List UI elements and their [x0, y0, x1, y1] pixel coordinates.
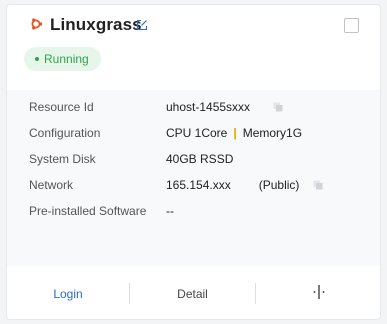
- status-badge: Running: [24, 47, 101, 71]
- software-label: Pre-installed Software: [29, 204, 147, 218]
- card-header: Linuxgrass Running: [7, 5, 380, 90]
- copy-icon[interactable]: [313, 179, 323, 190]
- configuration-value: CPU 1Core | Memory1G: [166, 126, 302, 140]
- software-value: --: [166, 204, 174, 218]
- login-button[interactable]: Login: [7, 266, 129, 321]
- row-system-disk: System Disk 40GB RSSD: [7, 149, 380, 169]
- network-type: (Public): [258, 178, 300, 192]
- configuration-label: Configuration: [29, 126, 101, 140]
- separator: |: [233, 126, 237, 140]
- ubuntu-icon: [29, 17, 43, 31]
- row-resource-id: Resource Id uhost-1455sxxx: [7, 97, 380, 117]
- resource-id-text: uhost-1455sxxx: [166, 100, 251, 114]
- status-dot: [35, 57, 39, 61]
- details-panel: Resource Id uhost-1455sxxx Configuration…: [7, 90, 380, 266]
- network-label: Network: [29, 178, 74, 192]
- more-icon: [312, 284, 326, 303]
- status-text: Running: [44, 52, 89, 66]
- system-disk-label: System Disk: [29, 152, 96, 166]
- instance-name: Linuxgrass: [50, 15, 142, 34]
- ip-address: 165.154.xxx: [166, 178, 231, 192]
- resource-id-label: Resource Id: [29, 100, 94, 114]
- detail-button[interactable]: Detail: [130, 266, 255, 321]
- resource-id-value: uhost-1455sxxx: [166, 100, 283, 114]
- select-checkbox[interactable]: [344, 18, 359, 33]
- system-disk-value: 40GB RSSD: [166, 152, 234, 166]
- row-software: Pre-installed Software --: [7, 201, 380, 221]
- instance-card: Linuxgrass Running Resource Id uhost-145…: [6, 4, 381, 320]
- more-button[interactable]: [256, 266, 382, 321]
- memory-text: Memory1G: [242, 126, 303, 140]
- network-value: 165.154.xxx (Public): [166, 178, 323, 192]
- cpu-text: CPU 1Core: [166, 126, 228, 140]
- edit-icon[interactable]: [136, 18, 148, 31]
- card-actions: Login Detail: [7, 266, 380, 321]
- row-configuration: Configuration CPU 1Core | Memory1G: [7, 123, 380, 143]
- row-network: Network 165.154.xxx (Public): [7, 175, 380, 195]
- copy-icon[interactable]: [273, 101, 283, 112]
